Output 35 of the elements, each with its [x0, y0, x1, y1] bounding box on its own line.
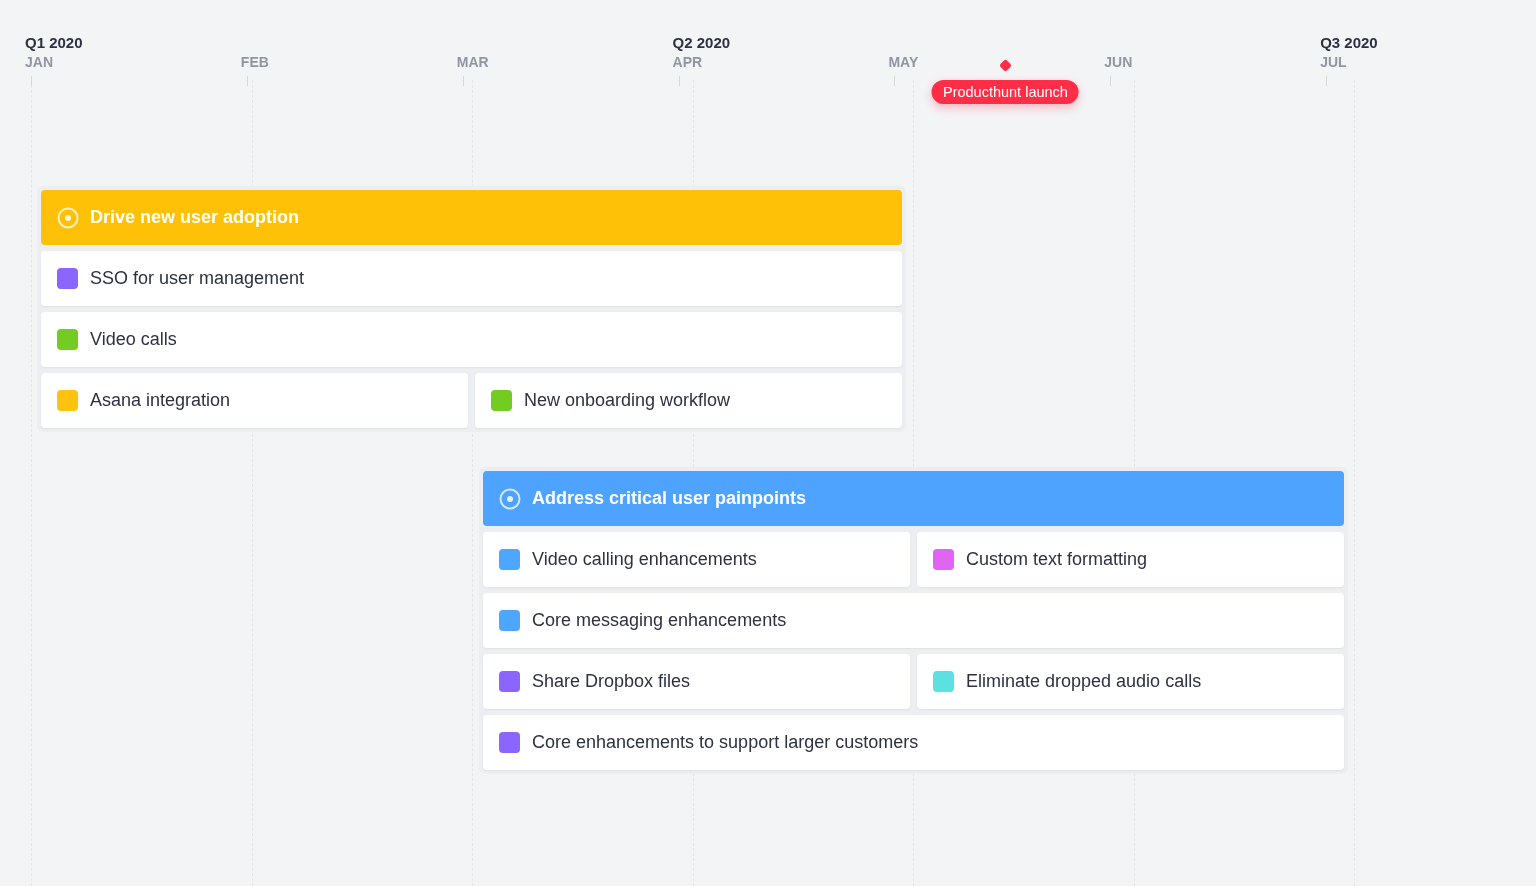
roadmap-item[interactable]: Custom text formatting — [917, 532, 1344, 587]
group-title: Drive new user adoption — [90, 207, 300, 228]
roadmap-item[interactable]: Share Dropbox files — [483, 654, 910, 709]
item-label: Share Dropbox files — [532, 671, 691, 692]
item-label: Core messaging enhancements — [532, 610, 787, 631]
item-label: Video calling enhancements — [532, 549, 757, 570]
milestone-label[interactable]: Producthunt launch — [931, 80, 1079, 104]
roadmap-item[interactable]: Eliminate dropped audio calls — [917, 654, 1344, 709]
item-label: New onboarding workflow — [524, 390, 731, 411]
month-label: JAN — [25, 54, 53, 70]
month-label: JUN — [1104, 54, 1133, 70]
item-label: Eliminate dropped audio calls — [966, 671, 1202, 692]
group-title: Address critical user painpoints — [532, 488, 807, 509]
target-icon — [57, 206, 79, 229]
item-label: Asana integration — [90, 390, 231, 411]
roadmap-item[interactable]: Core enhancements to support larger customers — [483, 715, 1344, 770]
target-icon — [499, 487, 521, 510]
roadmap-item[interactable]: Video calls — [41, 312, 902, 367]
item-label: SSO for user management — [90, 268, 305, 289]
roadmap-item[interactable]: Asana integration — [41, 373, 468, 428]
month-label: JUL — [1320, 54, 1347, 70]
roadmap-item[interactable]: New onboarding workflow — [475, 373, 902, 428]
month-label: MAR — [456, 54, 489, 70]
quarter-label: Q1 2020 — [25, 34, 83, 51]
roadmap-item[interactable]: SSO for user management — [41, 251, 902, 306]
month-label: MAY — [888, 54, 919, 70]
month-label: FEB — [240, 54, 269, 70]
quarter-label: Q3 2020 — [1320, 34, 1378, 51]
roadmap-item[interactable]: Core messaging enhancements — [483, 593, 1344, 648]
month-label: APR — [672, 54, 703, 70]
item-label: Custom text formatting — [966, 549, 1148, 570]
item-label: Video calls — [90, 329, 177, 350]
roadmap-item[interactable]: Video calling enhancements — [483, 532, 910, 587]
quarter-label: Q2 2020 — [672, 34, 731, 51]
item-label: Core enhancements to support larger customers — [532, 732, 919, 753]
